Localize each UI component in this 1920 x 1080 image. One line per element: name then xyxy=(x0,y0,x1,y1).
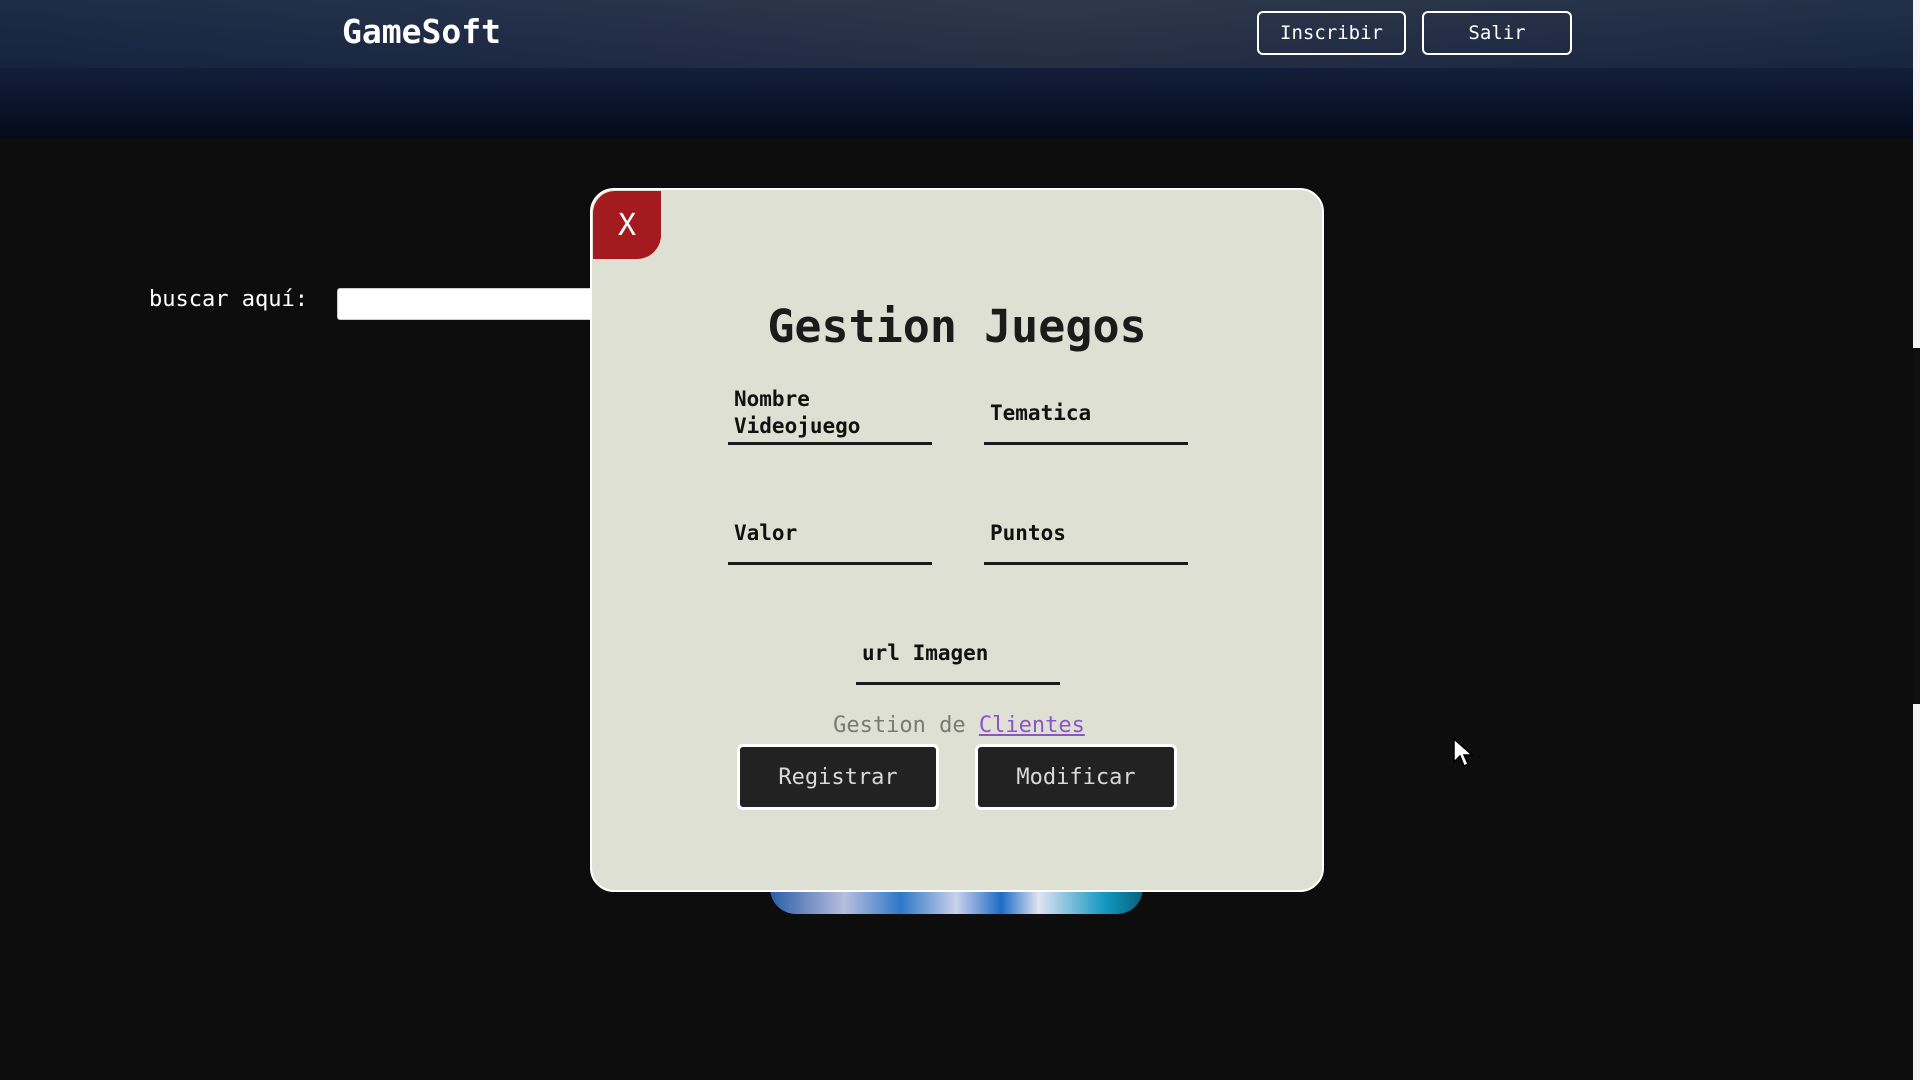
tematica-label: Tematica xyxy=(990,401,1092,425)
nombre-videojuego-field[interactable]: Nombre Videojuego xyxy=(728,386,932,445)
valor-field[interactable]: Valor xyxy=(728,506,932,565)
registrar-button[interactable]: Registrar xyxy=(737,744,939,810)
search-label: buscar aquí: xyxy=(149,287,308,312)
url-imagen-field[interactable]: url Imagen xyxy=(856,626,1060,685)
scrollbar-thumb[interactable] xyxy=(1913,348,1920,704)
mouse-pointer-icon xyxy=(1453,737,1474,768)
valor-label: Valor xyxy=(734,521,798,545)
puntos-field[interactable]: Puntos xyxy=(984,506,1188,565)
gestion-prefix: Gestion de xyxy=(833,713,966,738)
modificar-button[interactable]: Modificar xyxy=(975,744,1177,810)
top-header: GameSoft Inscribir Salir xyxy=(0,0,1913,138)
puntos-label: Puntos xyxy=(990,521,1066,545)
modal-title: Gestion Juegos xyxy=(767,300,1147,353)
close-button[interactable]: X xyxy=(593,191,661,259)
gestion-clientes-text: Gestion de Clientes xyxy=(592,713,1326,738)
gestion-juegos-modal: X Gestion Juegos Nombre Videojuego Temat… xyxy=(590,188,1324,892)
header-band xyxy=(0,0,1913,68)
nombre-videojuego-label: Nombre Videojuego xyxy=(734,387,861,438)
brand-logo[interactable]: GameSoft xyxy=(342,12,501,51)
url-imagen-label: url Imagen xyxy=(862,641,989,665)
search-input[interactable] xyxy=(337,288,597,320)
tematica-field[interactable]: Tematica xyxy=(984,386,1188,445)
salir-button[interactable]: Salir xyxy=(1422,11,1572,55)
clientes-link[interactable]: Clientes xyxy=(979,713,1085,738)
inscribir-button[interactable]: Inscribir xyxy=(1257,11,1406,55)
